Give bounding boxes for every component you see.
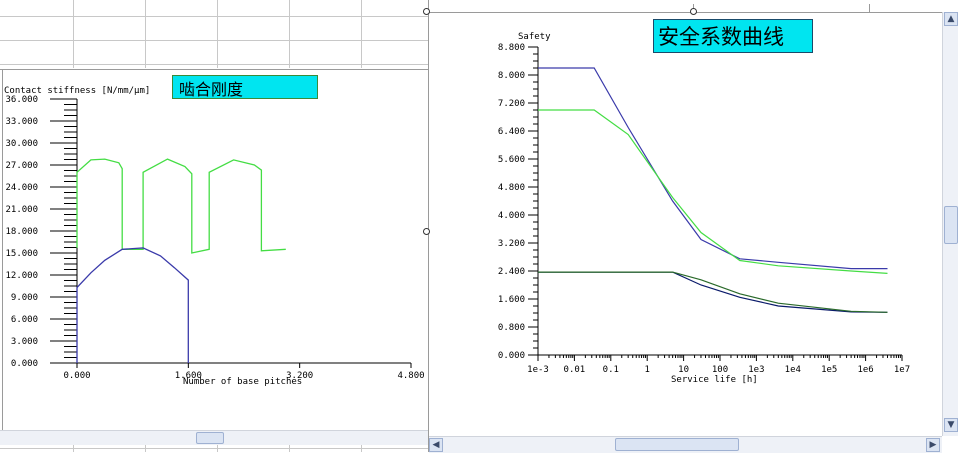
x-tick-label: 1e6 bbox=[857, 365, 873, 375]
x-tick-label: 4.800 bbox=[397, 371, 424, 381]
y-tick-label: 0.800 bbox=[498, 323, 525, 333]
x-tick-label: 1e-3 bbox=[527, 365, 549, 375]
y-tick-label: 27.000 bbox=[5, 161, 38, 171]
y-tick-label: 4.800 bbox=[498, 183, 525, 193]
y-tick-label: 2.400 bbox=[498, 267, 525, 277]
y-tick-label: 0.000 bbox=[11, 359, 38, 369]
y-tick-label: 5.600 bbox=[498, 155, 525, 165]
y-tick-label: 21.000 bbox=[5, 205, 38, 215]
y-tick-label: 3.200 bbox=[498, 239, 525, 249]
horizontal-scrollbar[interactable] bbox=[0, 430, 428, 445]
scroll-up-button[interactable]: ▲ bbox=[944, 12, 958, 26]
x-tick-label: 100 bbox=[712, 365, 728, 375]
scrollbar-thumb[interactable] bbox=[944, 206, 958, 244]
vertical-scrollbar[interactable]: ▲ ▼ bbox=[942, 12, 958, 436]
x-tick-label: 1e3 bbox=[748, 365, 764, 375]
stiffness-chart: Contact stiffness [N/mm/μm] 36.00033.000… bbox=[0, 0, 428, 452]
x-tick-label: 10 bbox=[678, 365, 689, 375]
y-tick-label: 4.000 bbox=[498, 211, 525, 221]
x-tick-label: 0.1 bbox=[603, 365, 619, 375]
axes: 36.000 33.000 30.000 27.000 24.000 21.000 18.0… bbox=[5, 95, 424, 381]
y-tick-label: 0.000 bbox=[498, 351, 525, 361]
y-tick-label: 1.600 bbox=[498, 295, 525, 305]
axes: 8.800 8.000 7.200 6.400 5.600 4.800 4.000 3.200… bbox=[498, 43, 910, 375]
y-tick-label: 7.200 bbox=[498, 99, 525, 109]
x-tick-label: 1e4 bbox=[785, 365, 801, 375]
y-tick-label: 33.000 bbox=[5, 117, 38, 127]
y-tick-label: 8.800 bbox=[498, 43, 525, 53]
y-tick-label: 3.000 bbox=[11, 337, 38, 347]
y-tick-label: 24.000 bbox=[5, 183, 38, 193]
chart-caption: 啮合刚度 bbox=[172, 75, 318, 99]
chart-caption: 安全系数曲线 bbox=[653, 19, 813, 53]
y-tick-label: 9.000 bbox=[11, 293, 38, 303]
x-axis-label: Service life [h] bbox=[671, 375, 758, 385]
safety-panel: Safety 8.800 8.000 7.200 6.400 5.600 4.800 4.0… bbox=[429, 0, 958, 453]
plot-series bbox=[76, 158, 286, 363]
y-tick-label: 18.000 bbox=[5, 227, 38, 237]
scroll-down-button[interactable]: ▼ bbox=[944, 418, 958, 432]
series-line bbox=[538, 271, 888, 313]
safety-chart: Safety 8.800 8.000 7.200 6.400 5.600 4.800 4.0… bbox=[429, 4, 944, 385]
resize-handle[interactable] bbox=[690, 8, 697, 15]
series-line bbox=[76, 247, 189, 363]
y-axis-label: Safety bbox=[518, 32, 551, 42]
resize-handle[interactable] bbox=[423, 8, 430, 15]
series-line bbox=[538, 271, 888, 313]
x-tick-label: 0.01 bbox=[564, 365, 586, 375]
chart-left-border bbox=[2, 70, 3, 430]
horizontal-scrollbar[interactable]: ◀ ▶ bbox=[429, 436, 942, 453]
series-line bbox=[76, 158, 286, 254]
y-tick-label: 36.000 bbox=[5, 95, 38, 105]
scroll-right-button[interactable]: ▶ bbox=[926, 438, 940, 452]
chart-top-border bbox=[0, 69, 428, 70]
y-tick-label: 6.400 bbox=[498, 127, 525, 137]
series-line bbox=[538, 109, 888, 274]
plot-series bbox=[538, 67, 888, 313]
y-tick-label: 15.000 bbox=[5, 249, 38, 259]
resize-handle[interactable] bbox=[423, 228, 430, 235]
x-axis-label: Number of base pitches bbox=[183, 377, 302, 387]
scrollbar-thumb[interactable] bbox=[196, 432, 224, 444]
ruler-top bbox=[429, 4, 944, 13]
x-tick-label: 1e5 bbox=[821, 365, 837, 375]
y-tick-label: 12.000 bbox=[5, 271, 38, 281]
y-tick-label: 8.000 bbox=[498, 71, 525, 81]
y-tick-label: 6.000 bbox=[11, 315, 38, 325]
x-tick-label: 1 bbox=[644, 365, 649, 375]
x-tick-label: 1e7 bbox=[894, 365, 910, 375]
stiffness-panel: Contact stiffness [N/mm/μm] 36.000 33.000… bbox=[0, 0, 429, 452]
scroll-left-button[interactable]: ◀ bbox=[429, 438, 443, 452]
x-tick-label: 0.000 bbox=[63, 371, 90, 381]
series-line bbox=[538, 67, 888, 270]
scrollbar-thumb[interactable] bbox=[615, 438, 739, 451]
y-tick-label: 30.000 bbox=[5, 139, 38, 149]
